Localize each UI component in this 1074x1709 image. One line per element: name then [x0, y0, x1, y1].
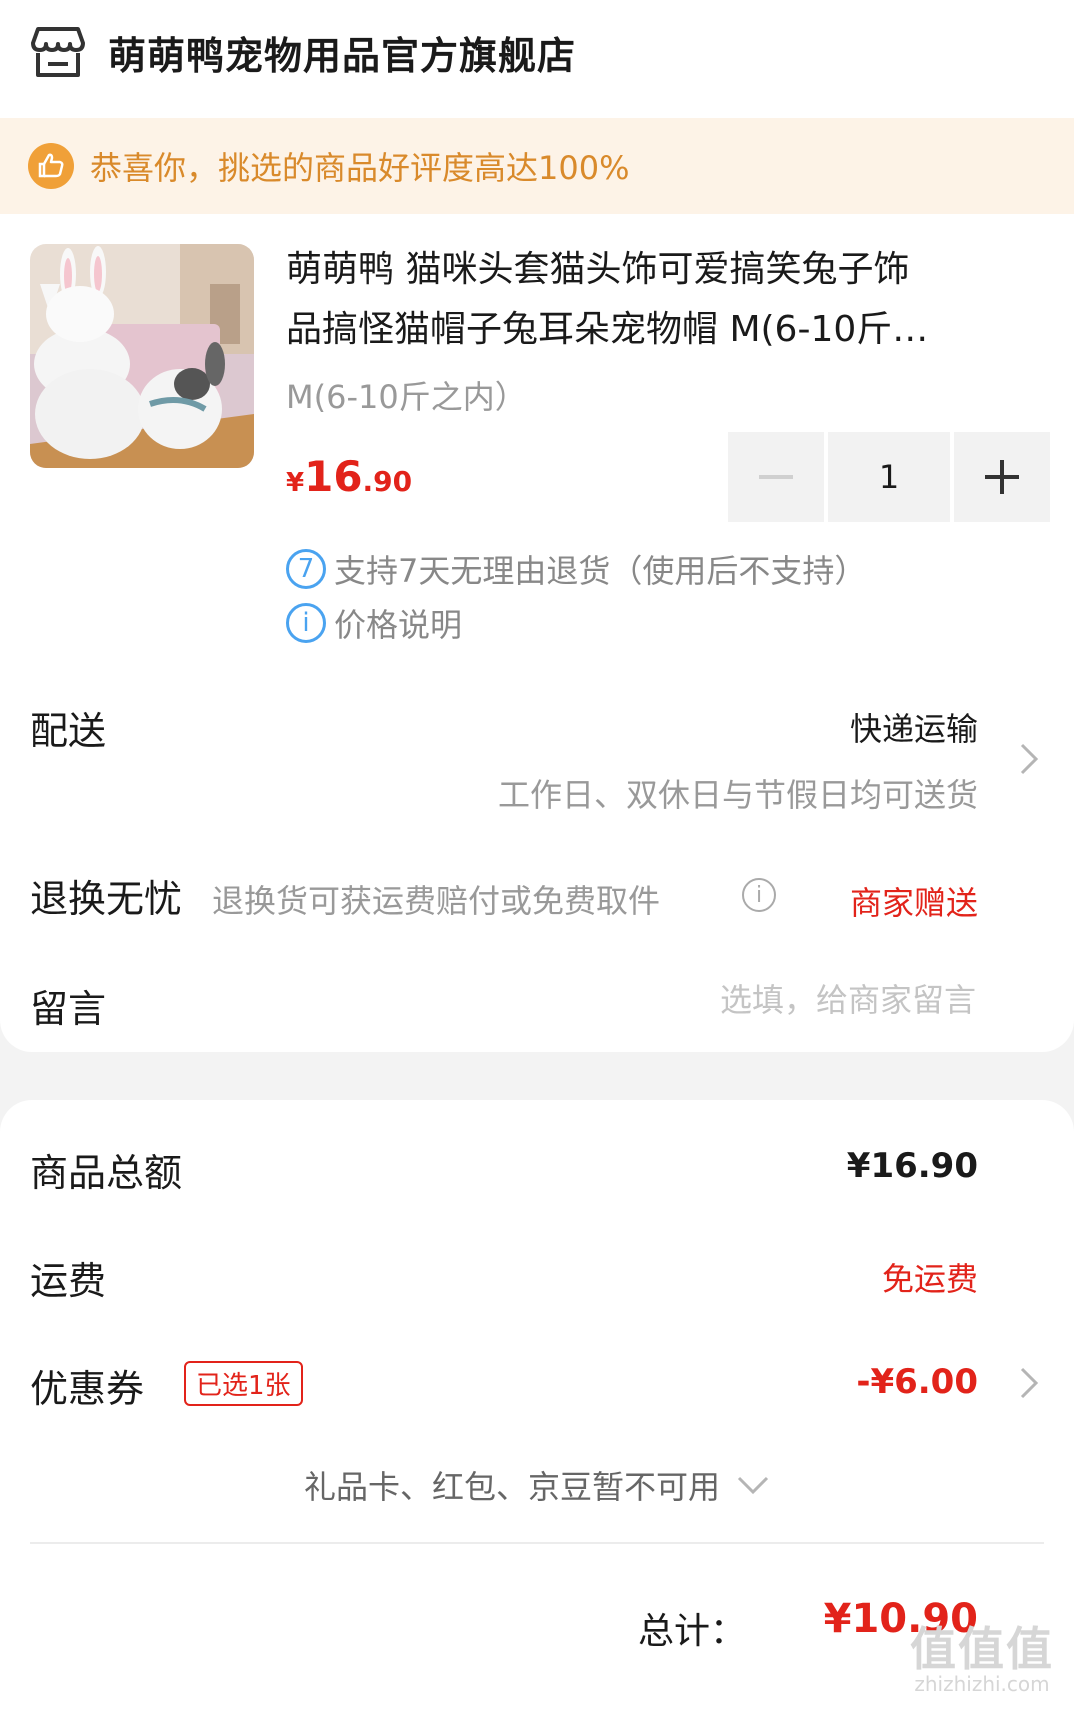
- goods-total-label: 商品总额: [30, 1151, 183, 1195]
- decrease-button[interactable]: [728, 432, 824, 522]
- watermark-logo: 值值值: [910, 1622, 1054, 1676]
- banner-text: 恭喜你，挑选的商品好评度高达100%: [90, 149, 630, 187]
- thumbs-up-icon: [28, 143, 74, 189]
- plus-icon: [985, 460, 1019, 494]
- product-title[interactable]: 萌萌鸭 猫咪头套猫头饰可爱搞笑兔子饰 品搞怪猫帽子兔耳朵宠物帽 M(6-10斤…: [286, 240, 1046, 360]
- product-title-line2: 品搞怪猫帽子兔耳朵宠物帽 M(6-10斤…: [286, 309, 929, 350]
- product-price: ¥16.90: [286, 452, 412, 501]
- minus-icon: [759, 475, 793, 479]
- chevron-right-icon[interactable]: [1018, 742, 1040, 776]
- delivery-method[interactable]: 快递运输: [850, 704, 978, 750]
- product-spec[interactable]: M(6-10斤之内）: [286, 372, 527, 418]
- price-integer: 16: [304, 452, 363, 501]
- coupon-badge: 已选1张: [184, 1361, 303, 1406]
- chevron-right-icon[interactable]: [1018, 1366, 1040, 1400]
- store-name: 萌萌鸭宠物用品官方旗舰店: [108, 33, 577, 78]
- unavailable-toggle[interactable]: 礼品卡、红包、京豆暂不可用: [0, 1462, 1074, 1508]
- return-policy-row[interactable]: 7 支持7天无理由退货（使用后不支持）: [286, 546, 866, 592]
- chevron-down-icon: [737, 1476, 769, 1495]
- store-icon: [31, 27, 85, 77]
- goods-total-value: ¥16.90: [846, 1146, 978, 1186]
- message-input[interactable]: [574, 980, 978, 1020]
- store-header[interactable]: 萌萌鸭宠物用品官方旗舰店: [30, 22, 576, 82]
- price-decimal: .90: [362, 465, 413, 498]
- info-icon: i: [286, 603, 326, 643]
- returns-desc: 退换货可获运费赔付或免费取件: [212, 882, 661, 920]
- quantity-value[interactable]: 1: [828, 432, 950, 522]
- coupon-label: 优惠券: [30, 1367, 145, 1411]
- seven-day-icon: 7: [286, 549, 326, 589]
- returns-value: 商家赠送: [849, 884, 978, 922]
- total-label: 总计：: [637, 1611, 746, 1652]
- price-symbol: ¥: [286, 468, 305, 498]
- watermark-url: zhizhizhi.com: [914, 1672, 1050, 1696]
- coupon-value[interactable]: -¥6.00: [856, 1362, 978, 1402]
- returns-info-icon[interactable]: i: [742, 878, 776, 912]
- quantity-stepper: 1: [728, 432, 1050, 522]
- freight-value: 免运费: [881, 1260, 978, 1298]
- order-card: 萌萌鸭宠物用品官方旗舰店 恭喜你，挑选的商品好评度高达100% 萌萌鸭 猫咪头套…: [0, 0, 1074, 1052]
- product-image[interactable]: [30, 244, 254, 468]
- unavailable-text: 礼品卡、红包、京豆暂不可用: [303, 1468, 720, 1506]
- message-label: 留言: [30, 987, 107, 1031]
- product-title-line1: 萌萌鸭 猫咪头套猫头饰可爱搞笑兔子饰: [286, 249, 910, 290]
- watermark: 值值值 zhizhizhi.com: [910, 1625, 1054, 1695]
- price-note-row[interactable]: i 价格说明: [286, 600, 462, 646]
- returns-label: 退换无忧: [30, 877, 183, 921]
- delivery-label: 配送: [30, 709, 107, 753]
- price-note-text: 价格说明: [334, 606, 463, 644]
- delivery-note: 工作日、双休日与节假日均可送货: [497, 776, 978, 814]
- divider: [30, 1542, 1044, 1544]
- return-policy-text: 支持7天无理由退货（使用后不支持）: [334, 552, 867, 590]
- increase-button[interactable]: [954, 432, 1050, 522]
- praise-banner: 恭喜你，挑选的商品好评度高达100%: [0, 118, 1074, 214]
- freight-label: 运费: [30, 1259, 107, 1303]
